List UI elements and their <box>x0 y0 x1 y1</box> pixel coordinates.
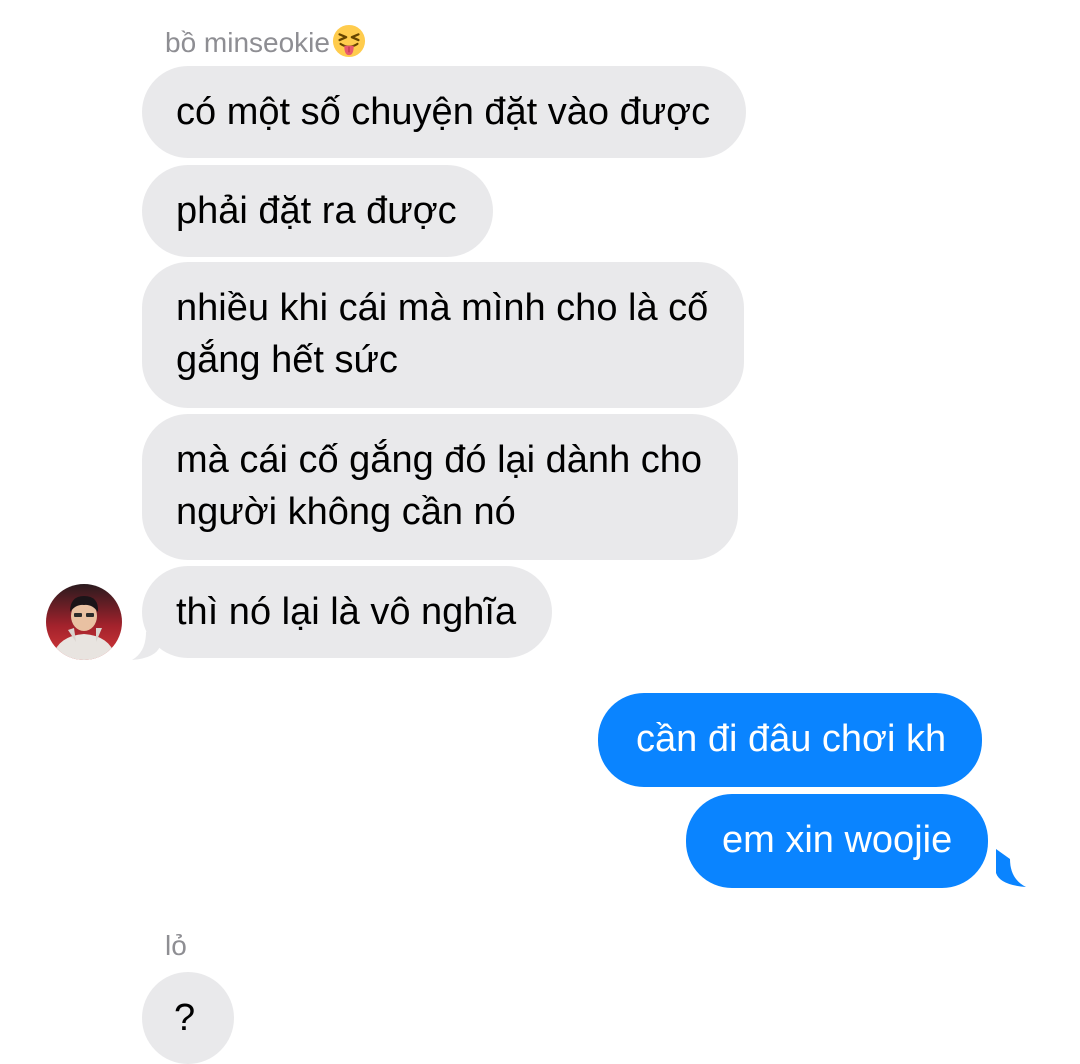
sender-name-text: bồ minseokie <box>165 27 330 58</box>
message-text: có một số chuyện đặt vào được <box>176 91 711 133</box>
message-text-line: người không cần nó <box>176 491 516 533</box>
bubble-tail <box>996 849 1026 887</box>
message-bubble-incoming[interactable]: mà cái cố gắng đó lại dành cho người khô… <box>142 414 739 560</box>
message-text: phải đặt ra được <box>176 190 457 232</box>
message-bubble-incoming[interactable]: phải đặt ra được <box>142 165 493 257</box>
message-text-line: nhiều khi cái mà mình cho là cố <box>176 287 709 329</box>
message-text: cần đi đâu chơi kh <box>636 718 947 760</box>
message-text-line: mà cái cố gắng đó lại dành cho <box>176 439 703 481</box>
message-text: thì nó lại là vô nghĩa <box>176 591 517 633</box>
message-bubble-outgoing[interactable]: cần đi đâu chơi kh <box>598 693 983 787</box>
squinting-face-with-tongue-icon <box>332 24 366 58</box>
avatar[interactable] <box>46 584 122 660</box>
sender-name: lỏ <box>165 930 187 962</box>
message-bubble-outgoing[interactable]: em xin woojie <box>686 794 989 888</box>
message-text-line: gắng hết sức <box>176 339 398 381</box>
sender-name-text: lỏ <box>165 930 187 961</box>
message-bubble-incoming[interactable]: có một số chuyện đặt vào được <box>142 66 747 158</box>
sender-name: bồ minseokie <box>165 24 366 59</box>
message-bubble-incoming[interactable]: thì nó lại là vô nghĩa <box>142 566 553 658</box>
message-text: ? <box>174 997 196 1039</box>
avatar-photo <box>46 584 122 660</box>
message-text: em xin woojie <box>722 819 953 861</box>
message-bubble-incoming[interactable]: nhiều khi cái mà mình cho là cố gắng hết… <box>142 262 745 408</box>
message-bubble-incoming[interactable]: ? <box>142 972 234 1064</box>
